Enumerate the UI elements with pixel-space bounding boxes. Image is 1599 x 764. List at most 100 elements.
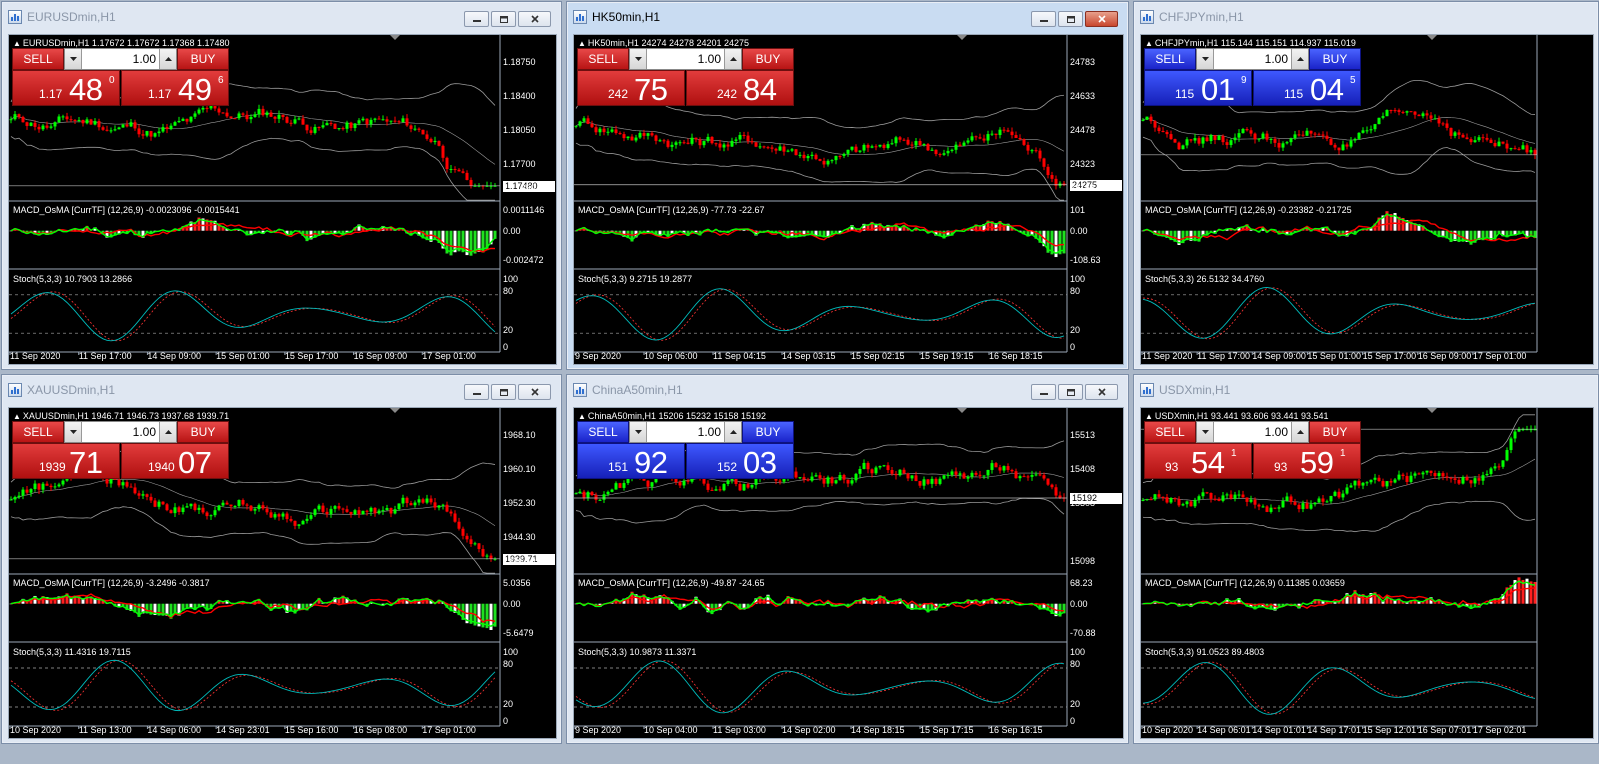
buy-price-box[interactable]: 115 04 5 bbox=[1253, 70, 1361, 106]
lot-increment-button[interactable] bbox=[724, 422, 741, 442]
lot-size-field[interactable]: 1.00 bbox=[1196, 48, 1309, 70]
price-chart[interactable]: ▲ CHFJPYmin,H1 115.144 115.151 114.937 11… bbox=[1140, 34, 1594, 365]
sell-price-box[interactable]: 1.17 48 0 bbox=[12, 70, 120, 106]
sell-button[interactable]: SELL bbox=[12, 421, 64, 443]
window-titlebar[interactable]: CHFJPYmin,H1 bbox=[1134, 2, 1598, 32]
price-chart[interactable]: ▲ HK50min,H1 24274 24278 24201 24275 SELL 1… bbox=[573, 34, 1124, 365]
one-click-toggle-icon[interactable] bbox=[957, 408, 967, 413]
lot-dropdown-button[interactable] bbox=[65, 422, 82, 442]
sell-button[interactable]: SELL bbox=[1144, 48, 1196, 70]
collapse-triangle-icon[interactable]: ▲ bbox=[1145, 412, 1153, 421]
minimize-button[interactable] bbox=[464, 384, 489, 400]
buy-button[interactable]: BUY bbox=[177, 421, 229, 443]
price-chart[interactable]: ▲ XAUUSDmin,H1 1946.71 1946.73 1937.68 19… bbox=[8, 407, 557, 739]
lot-dropdown-button[interactable] bbox=[630, 49, 647, 69]
lot-size-field[interactable]: 1.00 bbox=[64, 48, 177, 70]
maximize-button[interactable] bbox=[491, 384, 516, 400]
buy-price-box[interactable]: 1.17 49 6 bbox=[121, 70, 229, 106]
chart-window-6[interactable]: USDXmin,H1 ▲ USDXmin,H1 93.441 93.606 93.4… bbox=[1133, 374, 1599, 744]
buy-price-box[interactable]: 242 84 bbox=[686, 70, 794, 106]
lot-dropdown-button[interactable] bbox=[1197, 49, 1214, 69]
chart-window-4[interactable]: XAUUSDmin,H1 ▲ XAUUSDmin,H1 1946.71 1946.7… bbox=[1, 374, 562, 744]
sell-button[interactable]: SELL bbox=[577, 48, 629, 70]
buy-price-box[interactable]: 152 03 bbox=[686, 443, 794, 479]
lot-size-field[interactable]: 1.00 bbox=[64, 421, 177, 443]
candle-body bbox=[441, 504, 445, 506]
buy-button[interactable]: BUY bbox=[742, 48, 794, 70]
price-chart[interactable]: ▲ USDXmin,H1 93.441 93.606 93.441 93.541 S… bbox=[1140, 407, 1594, 739]
collapse-triangle-icon[interactable]: ▲ bbox=[1145, 39, 1153, 48]
buy-button[interactable]: BUY bbox=[1309, 48, 1361, 70]
time-axis-label: 16 Sep 09:00 bbox=[353, 351, 408, 361]
sell-price-pips: 75 bbox=[634, 72, 668, 107]
sell-price-box[interactable]: 242 75 bbox=[577, 70, 685, 106]
maximize-button[interactable] bbox=[1058, 384, 1083, 400]
maximize-button[interactable] bbox=[491, 11, 516, 27]
sell-button[interactable]: SELL bbox=[12, 48, 64, 70]
lot-value[interactable]: 1.00 bbox=[647, 425, 724, 439]
lot-size-field[interactable]: 1.00 bbox=[629, 421, 742, 443]
stoch-axis-label: 100 bbox=[1070, 274, 1086, 284]
buy-button[interactable]: BUY bbox=[742, 421, 794, 443]
chart-window-5[interactable]: ChinaA50min,H1 ▲ ChinaA50min,H1 15206 1523… bbox=[566, 374, 1129, 744]
minimize-button[interactable] bbox=[464, 11, 489, 27]
price-chart[interactable]: ▲ ChinaA50min,H1 15206 15232 15158 15192 S… bbox=[573, 407, 1124, 739]
close-button[interactable] bbox=[1085, 11, 1118, 27]
maximize-button[interactable] bbox=[1058, 11, 1083, 27]
one-click-toggle-icon[interactable] bbox=[1427, 408, 1437, 413]
candle-body bbox=[13, 114, 17, 120]
minimize-button[interactable] bbox=[1031, 11, 1056, 27]
sell-price-box[interactable]: 115 01 9 bbox=[1144, 70, 1252, 106]
lot-dropdown-button[interactable] bbox=[1197, 422, 1214, 442]
lot-increment-button[interactable] bbox=[159, 422, 176, 442]
close-button[interactable] bbox=[1085, 384, 1118, 400]
chart-window-2[interactable]: HK50min,H1 ▲ HK50min,H1 24274 24278 24201 … bbox=[566, 1, 1129, 370]
buy-price-box[interactable]: 93 59 1 bbox=[1253, 443, 1361, 479]
minimize-button[interactable] bbox=[1031, 384, 1056, 400]
one-click-toggle-icon[interactable] bbox=[390, 408, 400, 413]
one-click-toggle-icon[interactable] bbox=[1427, 35, 1437, 40]
price-chart[interactable]: ▲ EURUSDmin,H1 1.17672 1.17672 1.17368 1.… bbox=[8, 34, 557, 365]
sell-button[interactable]: SELL bbox=[1144, 421, 1196, 443]
sell-price-box[interactable]: 151 92 bbox=[577, 443, 685, 479]
lot-value[interactable]: 1.00 bbox=[82, 425, 159, 439]
one-click-toggle-icon[interactable] bbox=[390, 35, 400, 40]
lot-increment-button[interactable] bbox=[159, 49, 176, 69]
lot-value[interactable]: 1.00 bbox=[82, 52, 159, 66]
macd-axis-label: 0.00 bbox=[1070, 598, 1088, 609]
candle-body bbox=[21, 489, 25, 496]
sell-button[interactable]: SELL bbox=[577, 421, 629, 443]
sell-price-box[interactable]: 93 54 1 bbox=[1144, 443, 1252, 479]
close-button[interactable] bbox=[518, 11, 551, 27]
lot-value[interactable]: 1.00 bbox=[1214, 52, 1291, 66]
candle-body bbox=[918, 481, 922, 486]
one-click-toggle-icon[interactable] bbox=[957, 35, 967, 40]
sell-price-point: 0 bbox=[109, 75, 115, 86]
stoch-axis-label: 20 bbox=[503, 325, 514, 336]
chart-window-3[interactable]: CHFJPYmin,H1 ▲ CHFJPYmin,H1 115.144 115.15… bbox=[1133, 1, 1599, 370]
window-titlebar[interactable]: USDXmin,H1 bbox=[1134, 375, 1598, 405]
lot-size-field[interactable]: 1.00 bbox=[1196, 421, 1309, 443]
collapse-triangle-icon[interactable]: ▲ bbox=[13, 412, 21, 421]
collapse-triangle-icon[interactable]: ▲ bbox=[578, 39, 586, 48]
lot-dropdown-button[interactable] bbox=[65, 49, 82, 69]
buy-button[interactable]: BUY bbox=[177, 48, 229, 70]
buy-button[interactable]: BUY bbox=[1309, 421, 1361, 443]
lot-increment-button[interactable] bbox=[724, 49, 741, 69]
close-button[interactable] bbox=[518, 384, 551, 400]
collapse-triangle-icon[interactable]: ▲ bbox=[13, 39, 21, 48]
buy-price-box[interactable]: 1940 07 bbox=[121, 443, 229, 479]
candle-body bbox=[666, 140, 670, 147]
lot-increment-button[interactable] bbox=[1291, 422, 1308, 442]
lot-increment-button[interactable] bbox=[1291, 49, 1308, 69]
chart-window-1[interactable]: EURUSDmin,H1 ▲ EURUSDmin,H1 1.17672 1.1767… bbox=[1, 1, 562, 370]
sell-price-box[interactable]: 1939 71 bbox=[12, 443, 120, 479]
lot-value[interactable]: 1.00 bbox=[1214, 425, 1291, 439]
candle-body bbox=[373, 507, 377, 514]
lot-value[interactable]: 1.00 bbox=[647, 52, 724, 66]
lot-dropdown-button[interactable] bbox=[630, 422, 647, 442]
collapse-triangle-icon[interactable]: ▲ bbox=[578, 412, 586, 421]
candle-body bbox=[1297, 134, 1301, 136]
candle-body bbox=[17, 114, 21, 117]
lot-size-field[interactable]: 1.00 bbox=[629, 48, 742, 70]
